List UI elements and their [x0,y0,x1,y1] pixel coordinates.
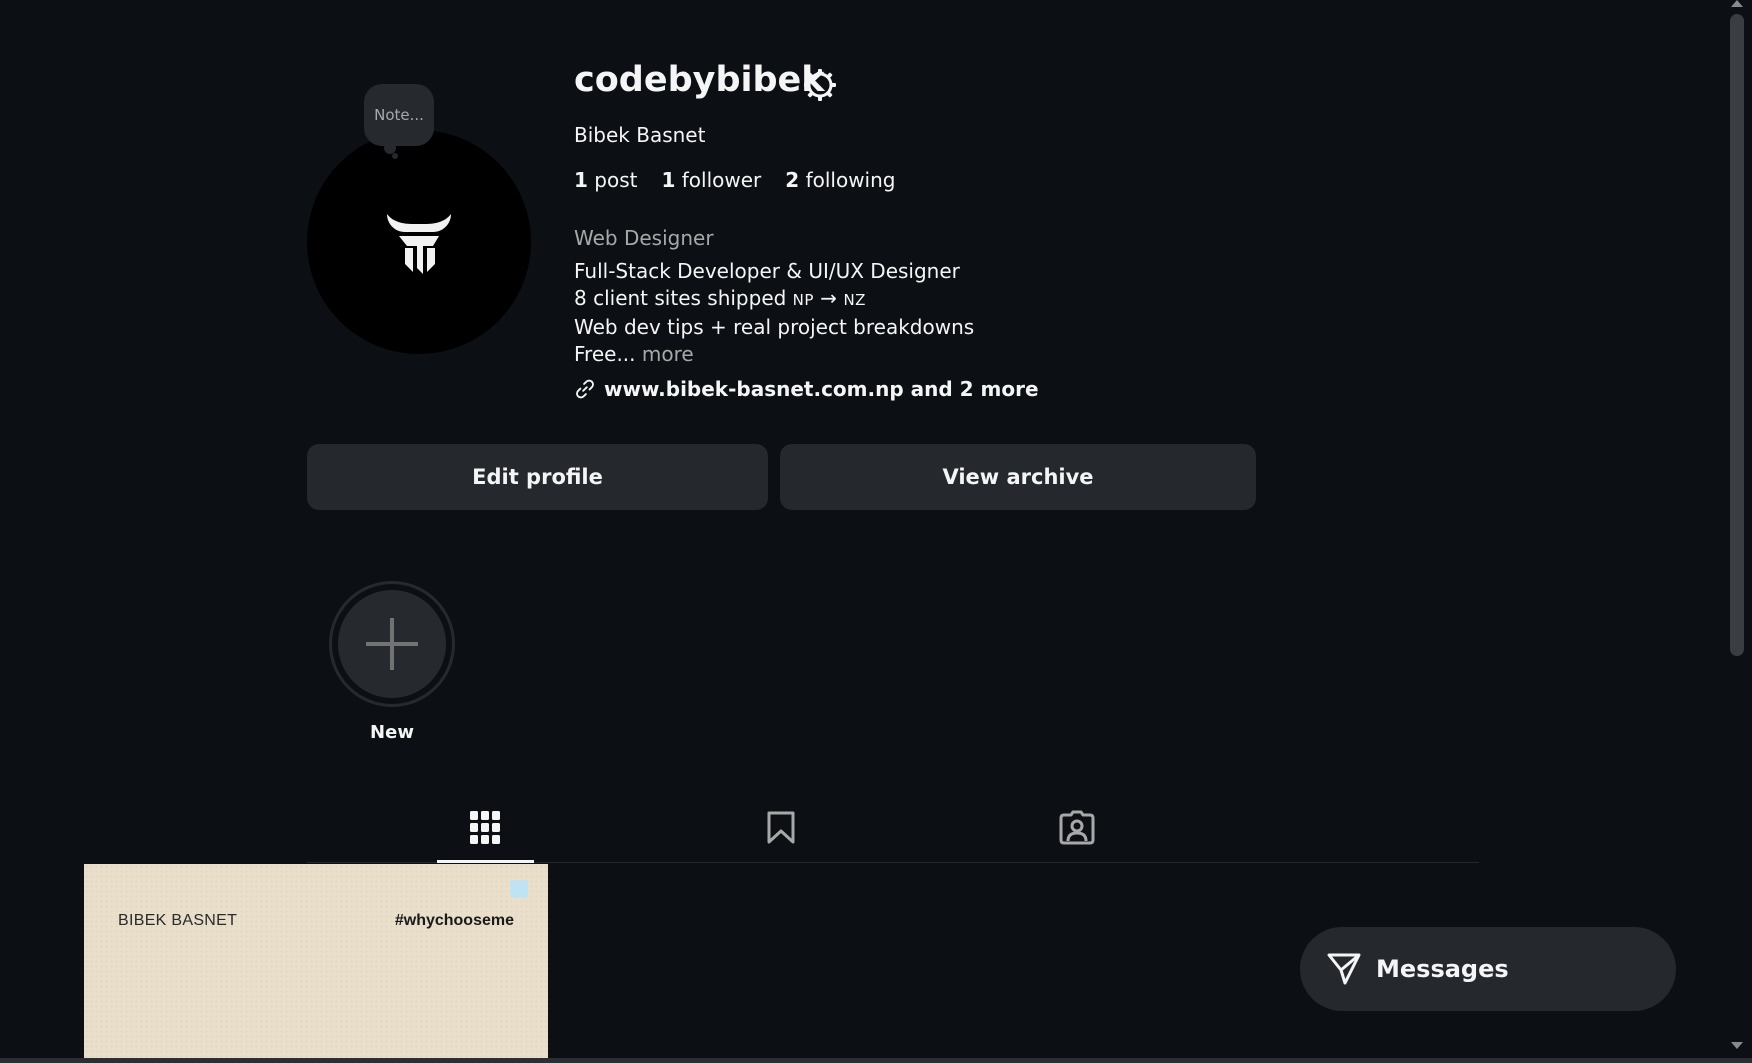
profile-avatar[interactable] [307,130,531,354]
tab-tagged[interactable] [1053,806,1101,850]
link-icon [576,379,594,399]
bio-line: Full-Stack Developer & UI/UX Designer [574,259,960,283]
active-tab-indicator [437,860,534,863]
following-stat[interactable]: 2 following [785,168,895,192]
posts-stat: 1 post [574,168,638,192]
grid-icon [470,811,500,844]
new-highlight-button[interactable] [338,590,446,698]
bio-line: 8 client sites shipped NP → NZ [574,286,866,310]
view-archive-button[interactable]: View archive [780,444,1256,510]
edit-profile-button[interactable]: Edit profile [307,444,768,510]
username: codebybibek [574,60,825,100]
note-bubble[interactable]: Note... [364,84,434,146]
tab-posts[interactable] [461,806,509,850]
bull-logo-icon [387,214,451,274]
full-name: Bibek Basnet [574,123,706,147]
profile-category: Web Designer [574,226,714,250]
profile-link[interactable]: www.bibek-basnet.com.np and 2 more [574,377,1039,401]
scrollbar-thumb[interactable] [1730,14,1744,656]
settings-gear-icon[interactable] [803,68,837,106]
new-highlight-label: New [370,722,414,743]
window-bottom-edge [0,1058,1752,1063]
profile-link-text[interactable]: www.bibek-basnet.com.np and 2 more [604,377,1039,401]
scroll-down-arrow[interactable] [1731,1042,1743,1049]
followers-stat[interactable]: 1 follower [661,168,761,192]
profile-bio: Full-Stack Developer & UI/UX Designer 8 … [574,258,974,368]
tagged-user-icon [1059,810,1095,845]
post-tile[interactable]: BIBEK BASNET #whychooseme [84,864,548,1063]
multi-image-icon [510,880,528,898]
messages-button[interactable]: Messages [1300,927,1676,1011]
bio-more-link[interactable]: more [642,342,694,366]
post-right-text: #whychooseme [394,912,514,929]
messages-label: Messages [1376,955,1509,983]
bio-line: Free... more [574,342,694,366]
bookmark-icon [767,811,795,844]
scroll-up-arrow[interactable] [1731,0,1743,7]
profile-stats: 1 post 1 follower 2 following [574,168,895,192]
plus-icon [366,618,418,670]
note-bubble-tail-small [392,153,398,159]
tab-saved[interactable] [757,806,805,850]
direct-message-icon [1327,953,1361,985]
post-left-text: BIBEK BASNET [118,912,238,929]
bio-line: Web dev tips + real project breakdowns [574,315,975,339]
